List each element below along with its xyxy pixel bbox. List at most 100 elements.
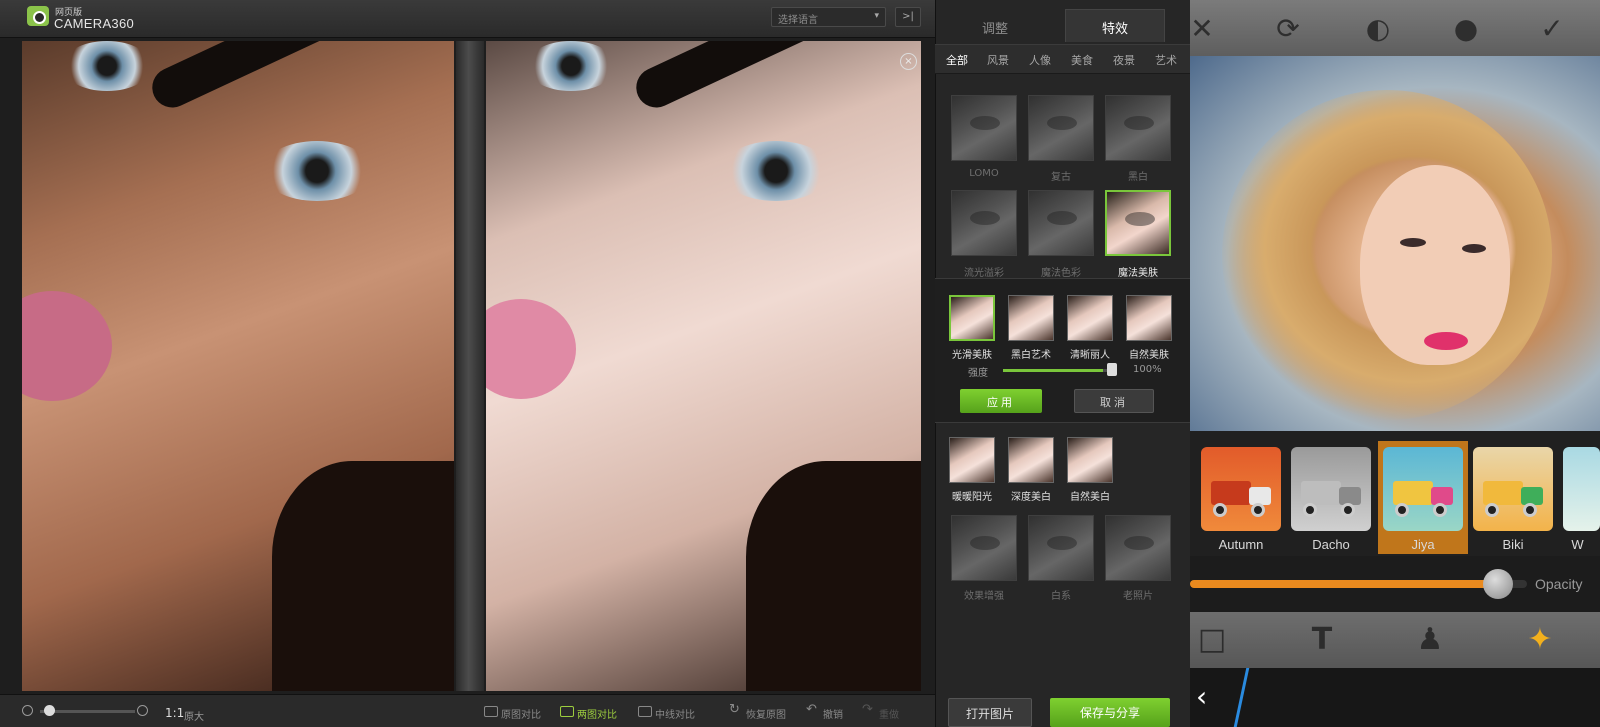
subfilter-label: 自然美白 [1070,492,1110,503]
category-all[interactable]: 全部 [946,52,968,68]
phone-photo-eye [1462,244,1486,253]
filter-biki[interactable] [1473,447,1553,531]
chevron-down-icon: ▾ [874,11,879,21]
filter-thumb-bw[interactable] [1105,95,1171,161]
open-image-button[interactable]: 打开图片 [948,698,1032,727]
hair-shadow [746,461,921,691]
hair-strand [145,41,399,115]
filter-thumb-magic-color[interactable] [1028,190,1094,256]
close-icon[interactable]: ✕ [1182,12,1222,45]
stamp-icon[interactable]: ♟ [1410,622,1450,662]
close-icon[interactable]: × [900,53,917,70]
rotate-icon[interactable]: ⟳ [1268,12,1308,45]
zoom-slider-handle[interactable] [44,705,55,716]
filter-label-jiya: Jiya [1411,537,1435,552]
undo-icon[interactable]: ↶ [806,702,817,717]
filter-dacho[interactable] [1291,447,1371,531]
restore-icon[interactable]: ↻ [729,702,740,717]
filter-w[interactable] [1563,447,1600,531]
text-icon[interactable]: T [1302,622,1342,662]
subfilter-bw-art[interactable] [1008,295,1054,341]
category-landscape[interactable]: 风景 [987,52,1009,68]
photo-after [486,41,921,691]
magic-wand-icon[interactable]: ✦ [1520,622,1560,662]
filter-thumb-white[interactable] [1028,515,1094,581]
phone-bottom-bar [1190,668,1600,727]
subfilter-label: 光滑美肤 [952,350,992,361]
compare-split-button[interactable]: 两图对比 [577,706,617,721]
check-icon[interactable]: ✓ [1532,12,1572,45]
save-share-button[interactable]: 保存与分享 [1050,698,1170,727]
strength-slider-handle[interactable] [1107,363,1117,376]
category-food[interactable]: 美食 [1071,52,1093,68]
redo-button[interactable]: 重做 [879,706,899,721]
zoom-out-icon[interactable] [22,705,33,716]
filter-thumb-old-photo[interactable] [1105,515,1171,581]
category-art[interactable]: 艺术 [1155,52,1177,68]
filter-jiya[interactable] [1383,447,1463,531]
lips [22,291,112,401]
language-select[interactable]: 选择语言 ▾ [771,7,886,27]
camera-logo-icon [27,6,49,26]
hair-strand [629,41,883,115]
compare-split-icon[interactable] [560,706,574,717]
undo-button[interactable]: 撤销 [823,706,843,721]
category-night[interactable]: 夜景 [1113,52,1135,68]
subfilter-clear-beauty[interactable] [1067,295,1113,341]
zoom-label: 原大 [184,712,204,723]
filter-label: 白系 [1051,591,1071,602]
filter-label-dacho: Dacho [1312,537,1350,552]
category-portrait[interactable]: 人像 [1029,52,1051,68]
category-bar [935,44,1190,74]
redo-icon[interactable]: ↷ [862,702,873,717]
zoom-level[interactable]: 1:1 [165,706,184,720]
compare-single-button[interactable]: 原图对比 [501,706,541,721]
tab-effects[interactable]: 特效 [1065,9,1165,42]
filter-thumb-flow-light[interactable] [951,190,1017,256]
eye-left [526,41,616,91]
hair-shadow [272,461,454,691]
compare-divider[interactable] [456,41,484,691]
subfilter-natural-skin[interactable] [1126,295,1172,341]
compare-slider-button[interactable]: 中线对比 [655,706,695,721]
cancel-button[interactable]: 取消 [1074,389,1154,413]
strength-slider-fill [1003,369,1103,372]
back-icon[interactable]: ‹ [1196,680,1207,713]
collapse-panel-button[interactable]: >| [895,7,921,27]
subfilter-natural-whitening[interactable] [1067,437,1113,483]
filter-thumb-magic-skin[interactable] [1105,190,1171,256]
filter-label: 效果增强 [964,591,1004,602]
subfilter-warm-sun[interactable] [949,437,995,483]
contrast-icon[interactable]: ◐ [1358,12,1398,45]
restore-button[interactable]: 恢复原图 [746,706,786,721]
filter-thumb-enhance[interactable] [951,515,1017,581]
tab-adjust[interactable]: 调整 [935,12,1055,42]
lips [486,299,576,399]
filter-thumb-retro[interactable] [1028,95,1094,161]
eye-left [62,41,152,91]
compare-slider-icon[interactable] [638,706,652,717]
phone-photo-eye [1400,238,1426,247]
frame-icon[interactable]: □ [1192,622,1232,662]
apply-button[interactable]: 应用 [960,389,1042,413]
eye-right [262,141,372,201]
filter-label: LOMO [969,168,999,179]
zoom-in-icon[interactable] [137,705,148,716]
drop-icon[interactable]: ● [1446,12,1486,45]
filter-autumn[interactable] [1201,447,1281,531]
eye-right [721,141,831,201]
opacity-slider-handle[interactable] [1483,569,1513,599]
filter-label-w: W [1571,537,1584,552]
filter-thumb-lomo[interactable] [951,95,1017,161]
subfilter-deep-whitening[interactable] [1008,437,1054,483]
compare-single-icon[interactable] [484,706,498,717]
language-select-label: 选择语言 [778,15,818,26]
phone-photo-lips [1424,332,1468,350]
filter-label: 黑白 [1128,172,1148,183]
strength-label: 强度 [968,368,988,379]
subfilter-label: 深度美白 [1011,492,1051,503]
subfilter-smooth-skin[interactable] [949,295,995,341]
opacity-slider[interactable] [1190,580,1505,588]
filter-label-selected: 魔法美肤 [1118,268,1158,279]
subfilter-label: 黑白艺术 [1011,350,1051,361]
